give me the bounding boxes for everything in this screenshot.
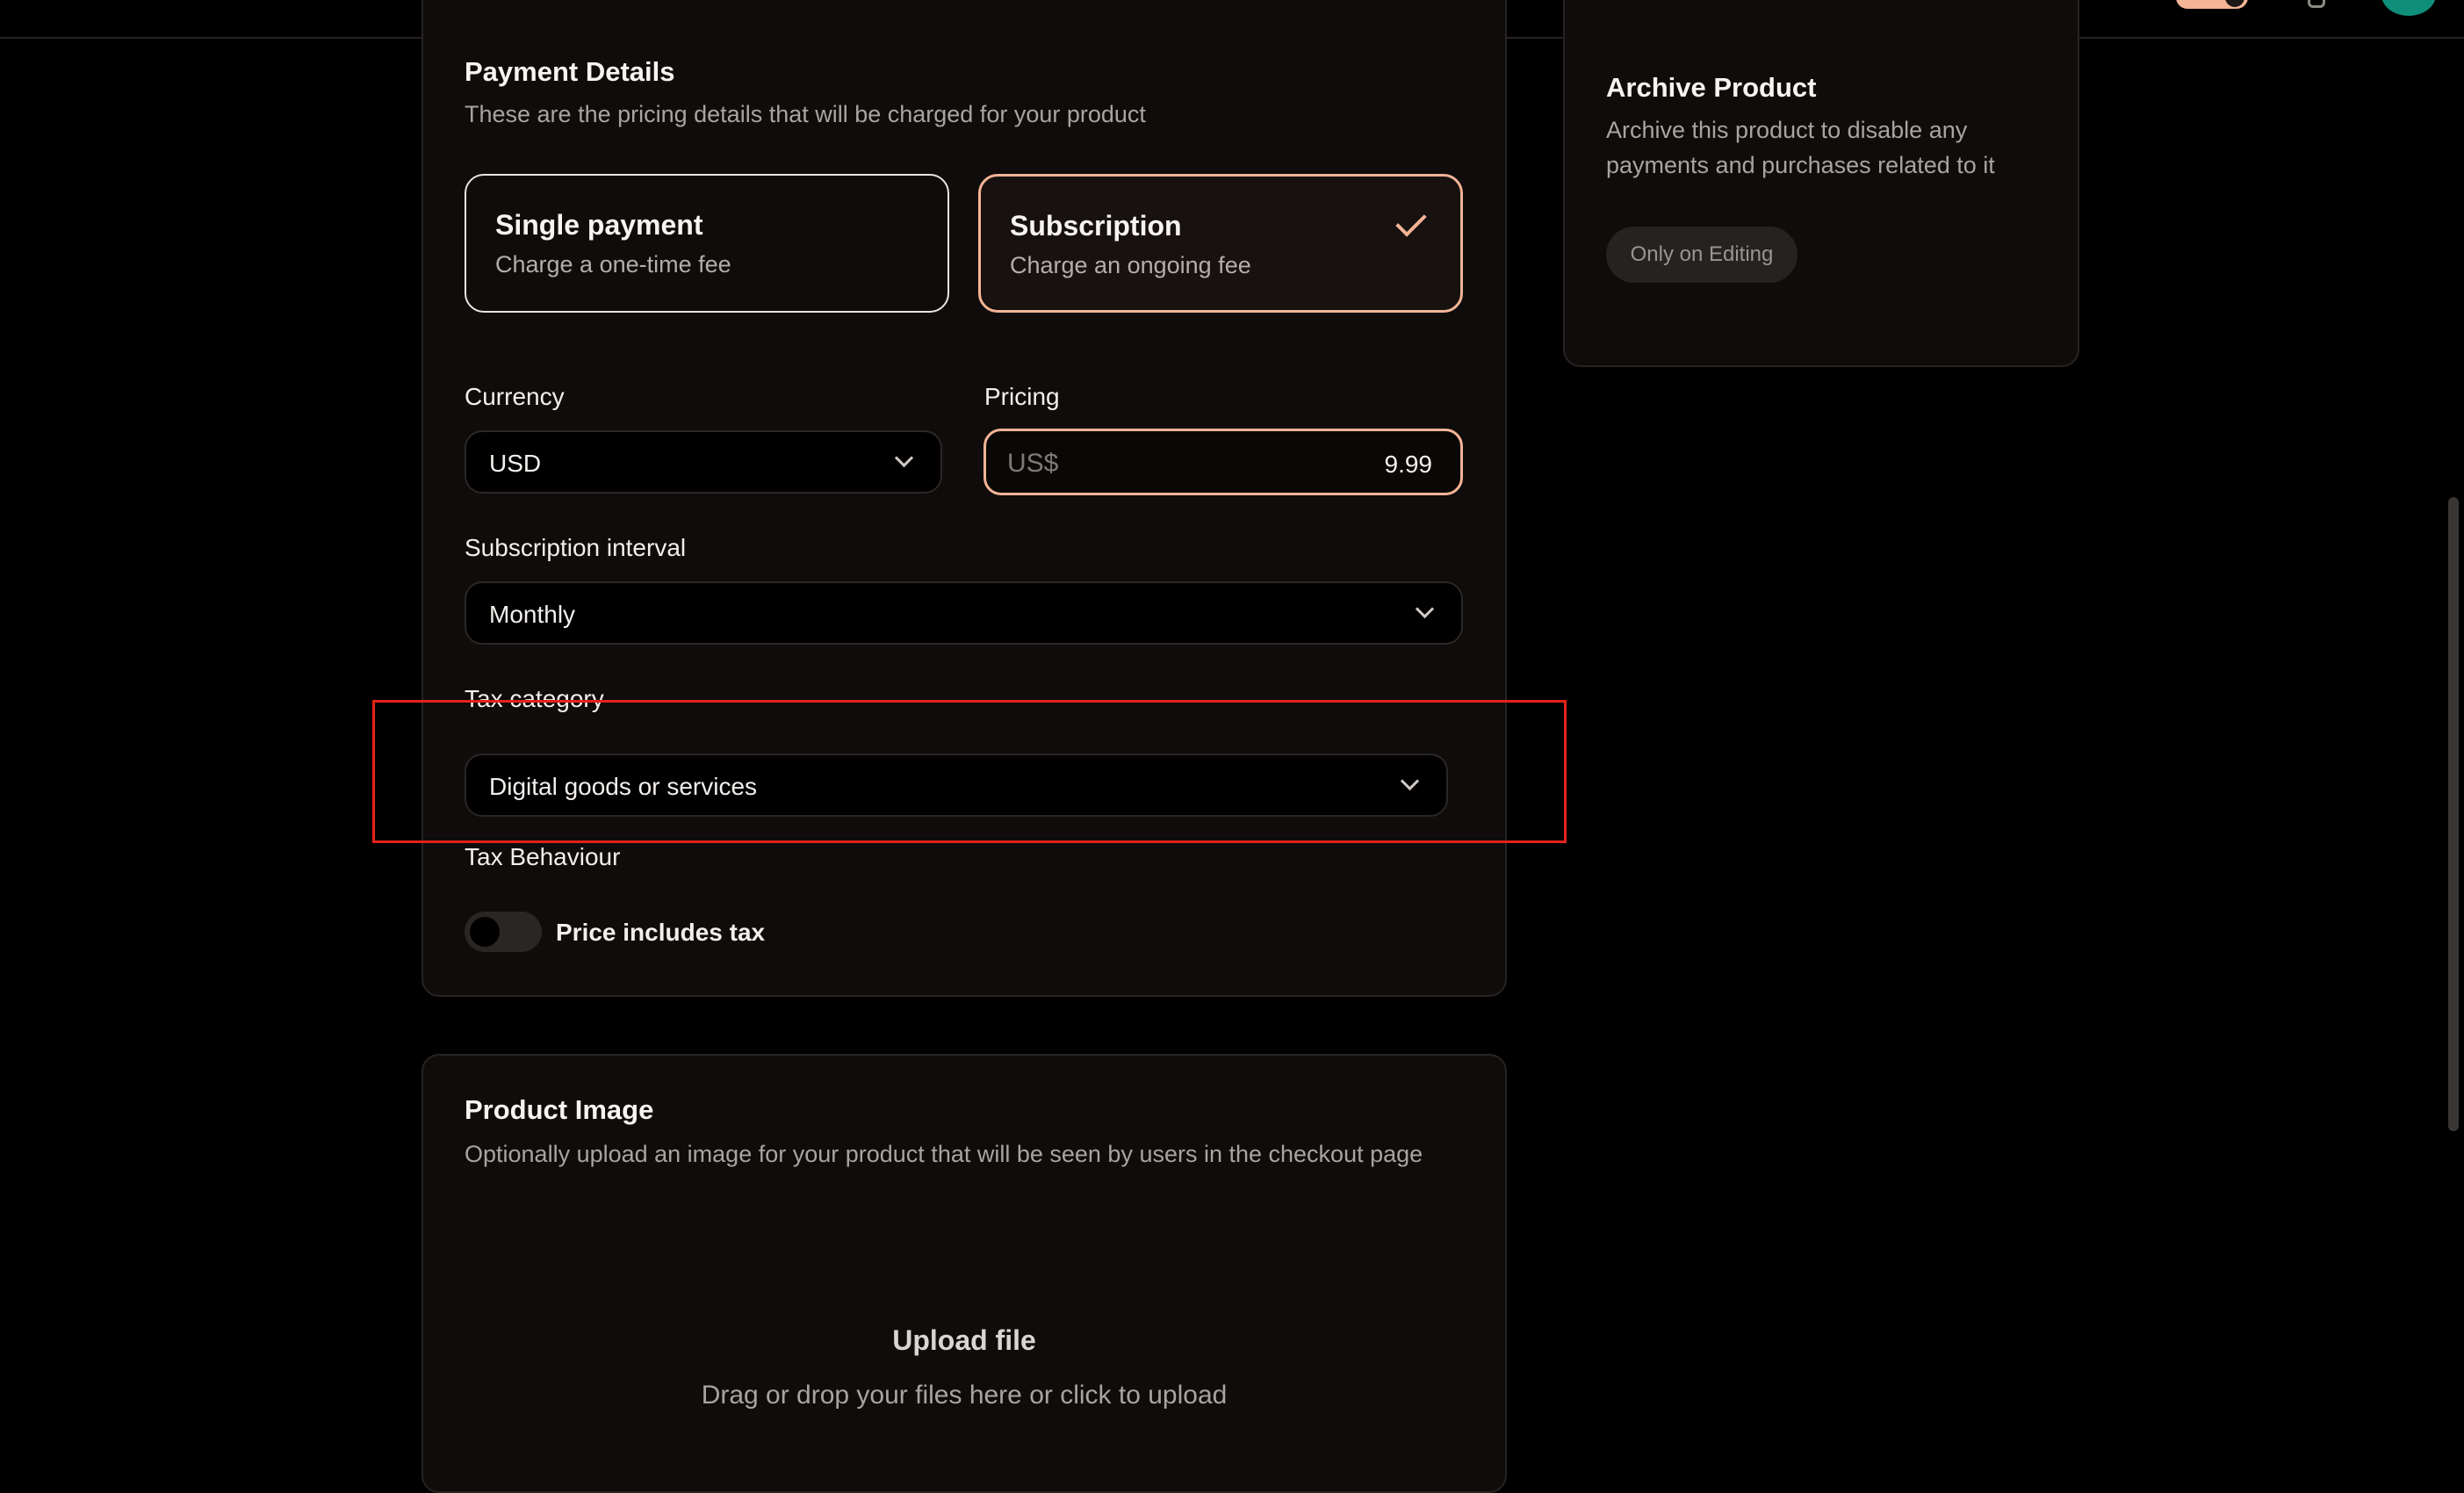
currency-value: USD bbox=[489, 450, 542, 477]
pricing-prefix: US$ bbox=[1007, 449, 1059, 478]
price-includes-tax-toggle[interactable] bbox=[465, 912, 542, 952]
check-icon bbox=[1395, 206, 1427, 237]
toggle-knob bbox=[470, 917, 500, 947]
theme-toggle[interactable] bbox=[2176, 0, 2248, 9]
subscription-interval-value: Monthly bbox=[489, 601, 576, 628]
archive-product-card bbox=[1563, 0, 2079, 367]
payment-details-title: Payment Details bbox=[465, 56, 675, 87]
option-title: Subscription bbox=[1010, 210, 1182, 242]
subscription-interval-label: Subscription interval bbox=[465, 534, 687, 561]
bell-icon[interactable] bbox=[2308, 0, 2325, 8]
price-includes-tax-label: Price includes tax bbox=[556, 919, 766, 946]
subscription-option[interactable]: Subscription Charge an ongoing fee bbox=[978, 174, 1463, 313]
upload-file-subtitle[interactable]: Drag or drop your files here or click to… bbox=[421, 1381, 1507, 1410]
archive-product-button[interactable]: Only on Editing bbox=[1606, 227, 1798, 283]
highlight-box bbox=[372, 700, 1567, 843]
chevron-down-icon bbox=[1415, 599, 1435, 619]
upload-file-title[interactable]: Upload file bbox=[421, 1324, 1507, 1357]
archive-button-label: Only on Editing bbox=[1630, 242, 1774, 266]
archive-product-title: Archive Product bbox=[1606, 72, 1817, 103]
currency-select[interactable]: USD bbox=[465, 430, 942, 494]
single-payment-option[interactable]: Single payment Charge a one-time fee bbox=[465, 174, 949, 313]
tax-behaviour-label: Tax Behaviour bbox=[465, 843, 621, 870]
option-description: Charge an ongoing fee bbox=[1010, 252, 1251, 278]
scrollbar[interactable] bbox=[2448, 497, 2459, 1131]
pricing-label: Pricing bbox=[984, 383, 1060, 410]
product-image-subtitle: Optionally upload an image for your prod… bbox=[465, 1141, 1423, 1167]
payment-details-subtitle: These are the pricing details that will … bbox=[465, 101, 1146, 127]
currency-label: Currency bbox=[465, 383, 565, 410]
avatar[interactable] bbox=[2381, 0, 2436, 16]
subscription-interval-select[interactable]: Monthly bbox=[465, 581, 1463, 645]
chevron-down-icon bbox=[894, 448, 914, 468]
pricing-value: 9.99 bbox=[1384, 451, 1433, 478]
pricing-input[interactable]: US$ 9.99 bbox=[983, 429, 1463, 495]
archive-product-description: Archive this product to disable any paym… bbox=[1606, 117, 1995, 178]
option-title: Single payment bbox=[495, 209, 703, 241]
option-description: Charge a one-time fee bbox=[495, 251, 731, 278]
product-image-title: Product Image bbox=[465, 1094, 654, 1125]
